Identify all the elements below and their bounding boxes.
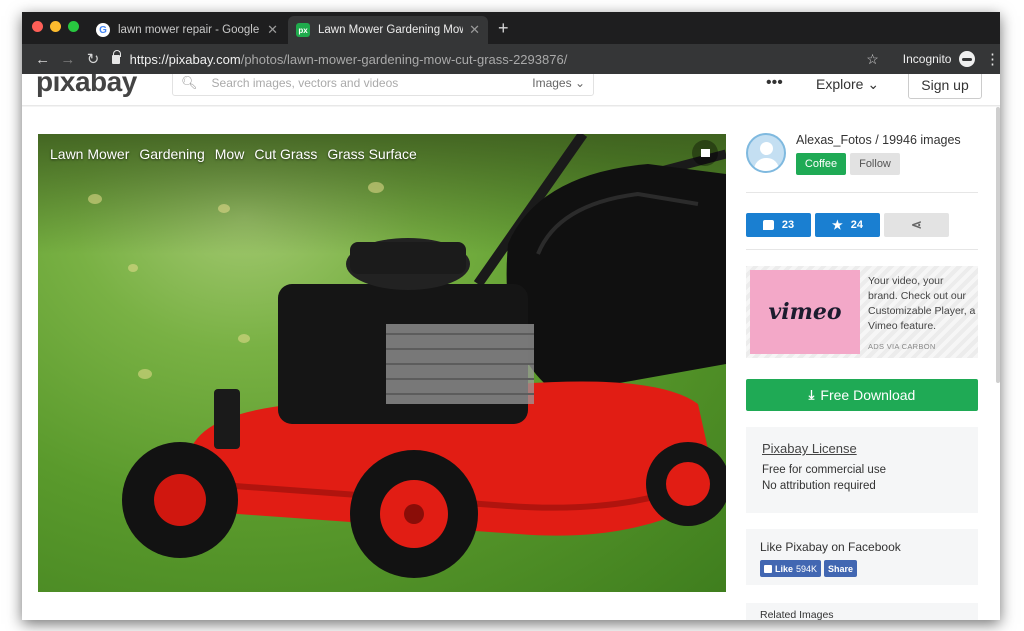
reload-icon[interactable]: ↻	[80, 50, 105, 68]
bookmark-star-icon[interactable]: ☆	[866, 51, 879, 68]
tab-google-search[interactable]: G lawn mower repair - Google Se ✕	[88, 16, 286, 44]
incognito-icon[interactable]	[959, 51, 975, 67]
close-window-button[interactable]	[32, 21, 43, 32]
ad-text[interactable]: Your video, your brand. Check out our Cu…	[868, 274, 976, 334]
divider	[746, 192, 978, 193]
minimize-window-button[interactable]	[50, 21, 61, 32]
photo-tag-link[interactable]: Mow	[215, 146, 245, 162]
main-content: Lawn Mower Gardening Mow Cut Grass Grass…	[22, 107, 1000, 620]
favorite-button[interactable]: ★ 24	[815, 213, 880, 237]
facebook-buttons: Like 594K Share	[760, 560, 964, 577]
pixabay-favicon-icon: px	[296, 23, 310, 37]
browser-toolbar: ← → ↻ https://pixabay.com/photos/lawn-mo…	[22, 44, 1000, 74]
sidebar: Alexas_Fotos / 19946 images Coffee Follo…	[746, 107, 978, 620]
ad-via-label[interactable]: ADS VIA CARBON	[868, 342, 936, 351]
author-name[interactable]: Alexas_Fotos / 19946 images	[796, 133, 961, 147]
star-icon: ★	[831, 218, 843, 232]
tab-title: lawn mower repair - Google Se	[118, 24, 262, 36]
photo-tag-link[interactable]: Gardening	[139, 146, 204, 162]
like-count: 23	[781, 219, 795, 231]
browser-menu-icon[interactable]: ⋮	[985, 50, 1000, 68]
photo-tag-link[interactable]: Grass Surface	[327, 146, 416, 162]
browser-window: G lawn mower repair - Google Se ✕ px Law…	[22, 12, 1000, 620]
download-icon: ⤓	[808, 387, 815, 402]
facebook-like-label: Like	[775, 563, 794, 574]
incognito-label: Incognito	[902, 52, 952, 66]
license-link[interactable]: Pixabay License	[762, 441, 962, 456]
url-path: /photos/lawn-mower-gardening-mow-cut-gra…	[240, 51, 568, 67]
avatar[interactable]	[746, 133, 786, 173]
vimeo-ad-image[interactable]: vimeo	[750, 270, 860, 354]
lawn-mower-illustration	[122, 134, 726, 578]
maximize-window-button[interactable]	[68, 21, 79, 32]
carbon-ad[interactable]: vimeo Your video, your brand. Check out …	[746, 266, 978, 358]
share-button[interactable]: ⋖	[884, 213, 949, 237]
share-icon: ⋖	[911, 217, 922, 232]
new-tab-button[interactable]: +	[498, 18, 509, 39]
facebook-like-count: 594K	[796, 563, 818, 574]
tab-close-icon[interactable]: ✕	[469, 22, 480, 38]
more-menu-icon[interactable]: •••	[766, 74, 783, 92]
search-scope-dropdown[interactable]: Images ⌄	[532, 76, 585, 90]
tab-strip: G lawn mower repair - Google Se ✕ px Law…	[22, 12, 1000, 44]
photo-tag-list: Lawn Mower Gardening Mow Cut Grass Grass…	[50, 146, 417, 162]
page: pixabay 🔍︎ Search images, vectors and vi…	[22, 74, 1000, 620]
search-input[interactable]: 🔍︎ Search images, vectors and videos Ima…	[172, 74, 594, 96]
facebook-panel: Like Pixabay on Facebook Like 594K Share	[746, 529, 978, 585]
search-icon: 🔍︎	[181, 75, 198, 90]
license-panel: Pixabay License Free for commercial use …	[746, 427, 978, 513]
report-flag-icon[interactable]	[692, 140, 718, 166]
address-bar[interactable]: https://pixabay.com/photos/lawn-mower-ga…	[111, 47, 835, 71]
author-panel: Alexas_Fotos / 19946 images Coffee Follo…	[746, 133, 978, 183]
favorite-count: 24	[850, 219, 863, 231]
url-host: https://pixabay.com	[129, 51, 241, 67]
photo-tag-link[interactable]: Cut Grass	[254, 146, 317, 162]
forward-arrow-icon[interactable]: →	[55, 51, 80, 68]
free-download-button[interactable]: ⤓ Free Download	[746, 379, 978, 411]
thumbs-up-icon	[764, 564, 772, 573]
facebook-like-button[interactable]: Like 594K	[760, 560, 822, 577]
coffee-button[interactable]: Coffee	[796, 153, 846, 175]
page-scrollbar[interactable]	[996, 107, 1000, 383]
download-label: Free Download	[820, 387, 916, 403]
back-arrow-icon[interactable]: ←	[30, 51, 55, 68]
like-button[interactable]: 23	[746, 213, 811, 237]
license-line: No attribution required	[762, 480, 876, 492]
explore-label: Explore	[816, 76, 864, 92]
tab-pixabay[interactable]: px Lawn Mower Gardening Mow C ✕	[288, 16, 488, 44]
follow-button[interactable]: Follow	[850, 153, 900, 175]
tab-title: Lawn Mower Gardening Mow C	[318, 24, 464, 36]
explore-menu[interactable]: Explore ⌄	[816, 76, 879, 93]
search-scope-label: Images	[532, 76, 572, 90]
search-placeholder: Search images, vectors and videos	[211, 76, 399, 90]
facebook-title: Like Pixabay on Facebook	[760, 540, 901, 554]
divider	[746, 249, 978, 250]
photo-tag-link[interactable]: Lawn Mower	[50, 146, 129, 162]
facebook-share-button[interactable]: Share	[824, 560, 858, 577]
google-favicon-icon: G	[96, 23, 110, 37]
signup-button[interactable]: Sign up	[908, 74, 982, 99]
thumbs-up-icon	[762, 220, 774, 230]
tab-close-icon[interactable]: ✕	[267, 22, 278, 38]
lock-icon	[111, 49, 121, 64]
pixabay-logo[interactable]: pixabay	[36, 74, 137, 98]
site-header: pixabay 🔍︎ Search images, vectors and vi…	[22, 74, 1000, 106]
main-photo[interactable]: Lawn Mower Gardening Mow Cut Grass Grass…	[38, 134, 726, 592]
license-line: Free for commercial use	[762, 464, 886, 476]
related-images-heading: Related Images	[746, 603, 978, 620]
image-actions: 23 ★ 24 ⋖	[746, 213, 978, 237]
